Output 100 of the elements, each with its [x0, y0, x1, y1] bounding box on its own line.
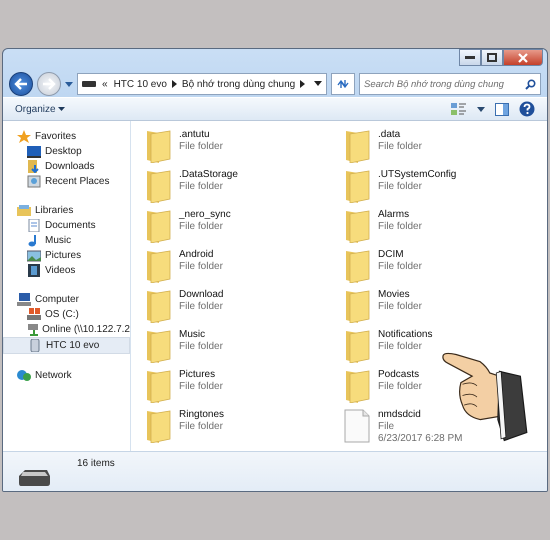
- file-icon: [344, 409, 370, 443]
- file-name[interactable]: .data: [378, 129, 400, 141]
- folder-icon: [344, 369, 370, 403]
- caret-icon[interactable]: [477, 106, 485, 112]
- file-name[interactable]: Movies: [378, 289, 410, 301]
- phone-icon: [28, 339, 42, 352]
- chevron-icon[interactable]: [172, 80, 177, 88]
- file-name[interactable]: Download: [179, 289, 224, 301]
- nav-item[interactable]: Desktop: [3, 144, 130, 159]
- file-type: File folder: [378, 301, 422, 313]
- file-name[interactable]: _nero_sync: [179, 209, 231, 221]
- preview-pane-icon[interactable]: [495, 102, 509, 116]
- caret-icon: [58, 107, 66, 111]
- file-name[interactable]: nmdsdcid: [378, 409, 421, 421]
- network-icon: [17, 369, 31, 382]
- file-name[interactable]: Notifications: [378, 329, 432, 341]
- address-bar[interactable]: « HTC 10 evo Bộ nhớ trong dùng chung: [77, 73, 327, 95]
- network-drive-icon: [27, 323, 38, 336]
- file-type: File folder: [179, 261, 223, 273]
- file-name[interactable]: .DataStorage: [179, 169, 238, 181]
- caret-icon[interactable]: [314, 81, 322, 86]
- file-type: File folder: [179, 341, 223, 353]
- star-icon: [17, 130, 31, 143]
- nav-item[interactable]: OS (C:): [3, 307, 130, 322]
- folder-icon: [145, 249, 171, 283]
- folder-icon: [344, 289, 370, 323]
- nav-item[interactable]: Videos: [3, 263, 130, 278]
- file-name[interactable]: Ringtones: [179, 409, 224, 421]
- file-name[interactable]: Music: [179, 329, 206, 341]
- folder-icon: [344, 169, 370, 203]
- item-count: 16 items: [77, 457, 115, 471]
- nav-item[interactable]: Recent Places: [3, 174, 130, 189]
- file-type: File folder: [179, 221, 223, 233]
- breadcrumb-item[interactable]: HTC 10 evo: [114, 76, 167, 92]
- refresh-button[interactable]: [331, 73, 355, 95]
- back-arrow-icon: [14, 78, 28, 90]
- file-name[interactable]: Pictures: [179, 369, 216, 381]
- file-type: File folder: [378, 181, 422, 193]
- search-field[interactable]: Search Bộ nhớ trong dùng chung: [359, 73, 541, 95]
- folder-icon: [344, 249, 370, 283]
- nav-item[interactable]: Documents: [3, 218, 130, 233]
- library-icon: [17, 204, 31, 217]
- document-icon: [27, 219, 41, 232]
- file-type: File folder: [378, 221, 422, 233]
- close-icon[interactable]: [503, 49, 543, 66]
- file-name[interactable]: DCIM: [378, 249, 404, 261]
- chevron-icon[interactable]: [300, 80, 306, 88]
- file-name[interactable]: .antutu: [179, 129, 210, 141]
- forward-arrow-icon: [42, 78, 56, 90]
- folder-icon: [344, 329, 370, 363]
- file-type: File: [378, 421, 394, 433]
- file-name[interactable]: Android: [179, 249, 214, 261]
- file-name[interactable]: Alarms: [378, 209, 410, 221]
- minimize-icon[interactable]: [459, 49, 481, 66]
- folder-icon: [145, 169, 171, 203]
- organize-button[interactable]: Organize: [15, 102, 66, 116]
- download-icon: [27, 160, 41, 173]
- file-type: File folder: [179, 301, 223, 313]
- folder-icon: [145, 129, 171, 163]
- maximize-icon[interactable]: [481, 49, 503, 66]
- drive-icon: [27, 308, 41, 321]
- nav-item[interactable]: Online (\\10.122.7.2: [3, 322, 130, 337]
- file-type: File folder: [378, 261, 422, 273]
- file-type: File folder: [179, 141, 223, 153]
- view-options-icon[interactable]: [451, 102, 467, 116]
- nav-group-header[interactable]: Libraries: [3, 203, 130, 218]
- desktop-icon: [27, 145, 41, 158]
- help-icon[interactable]: [519, 101, 535, 117]
- folder-icon: [145, 409, 171, 443]
- folder-icon: [145, 369, 171, 403]
- file-type: File folder: [179, 421, 223, 433]
- nav-group-header[interactable]: Network: [3, 368, 130, 383]
- nav-group-header[interactable]: Computer: [3, 292, 130, 307]
- folder-icon: [145, 329, 171, 363]
- computer-icon: [17, 293, 31, 306]
- file-date: 6/23/2017 6:28 PM: [378, 433, 463, 445]
- nav-item[interactable]: Music: [3, 233, 130, 248]
- film-icon: [27, 264, 41, 277]
- file-type: File folder: [378, 381, 422, 393]
- breadcrumb-item[interactable]: Bộ nhớ trong dùng chung: [182, 76, 296, 92]
- file-type: File folder: [179, 381, 223, 393]
- drive-icon: [82, 81, 96, 87]
- back-button[interactable]: [9, 72, 33, 96]
- folder-icon: [145, 209, 171, 243]
- folder-icon: [344, 129, 370, 163]
- file-name[interactable]: .UTSystemConfig: [378, 169, 456, 181]
- recent-places-icon: [27, 175, 41, 188]
- folder-icon: [145, 289, 171, 323]
- refresh-icon: [336, 78, 350, 90]
- nav-item[interactable]: HTC 10 evo: [3, 337, 130, 354]
- nav-group-header[interactable]: Favorites: [3, 129, 130, 144]
- file-type: File folder: [378, 341, 422, 353]
- nav-item[interactable]: Pictures: [3, 248, 130, 263]
- picture-icon: [27, 249, 41, 262]
- file-type: File folder: [179, 181, 223, 193]
- overflow-chevron[interactable]: «: [102, 76, 108, 92]
- folder-icon: [344, 209, 370, 243]
- nav-item[interactable]: Downloads: [3, 159, 130, 174]
- file-type: File folder: [378, 141, 422, 153]
- file-name[interactable]: Podcasts: [378, 369, 420, 381]
